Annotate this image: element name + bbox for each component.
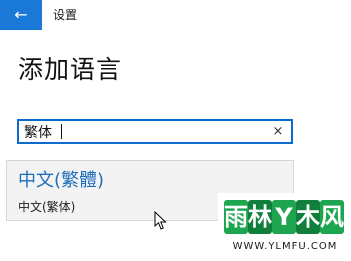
mouse-pointer-icon	[154, 210, 168, 231]
text-caret	[61, 124, 62, 139]
clear-search-button[interactable]: ×	[270, 122, 286, 141]
suggestion-title: 中文(繁體)	[18, 170, 105, 191]
watermark-char: Y	[272, 200, 296, 234]
suggestion-subtitle: 中文(繁体)	[18, 200, 76, 214]
language-search-input[interactable]	[24, 122, 264, 141]
watermark-char: 林	[248, 200, 272, 234]
language-search-box[interactable]: ×	[17, 119, 293, 144]
settings-window: ← 设置 添加语言 × 中文(繁體) 中文(繁体) 雨 林 Y 木 风 WWW.…	[0, 0, 351, 261]
site-watermark: 雨 林 Y 木 风 WWW.YLMFU.COM	[218, 193, 351, 261]
watermark-char: 风	[320, 200, 344, 234]
close-icon: ×	[272, 124, 284, 139]
page-title: 添加语言	[18, 55, 123, 84]
watermark-char: 木	[296, 200, 320, 234]
back-arrow-icon: ←	[14, 5, 28, 24]
title-bar: ← 设置	[0, 0, 351, 30]
window-title: 设置	[53, 8, 78, 22]
watermark-url: WWW.YLMFU.COM	[232, 241, 338, 252]
watermark-char: 雨	[224, 200, 248, 234]
back-button[interactable]: ←	[0, 0, 42, 30]
watermark-logo: 雨 林 Y 木 风	[224, 196, 344, 238]
